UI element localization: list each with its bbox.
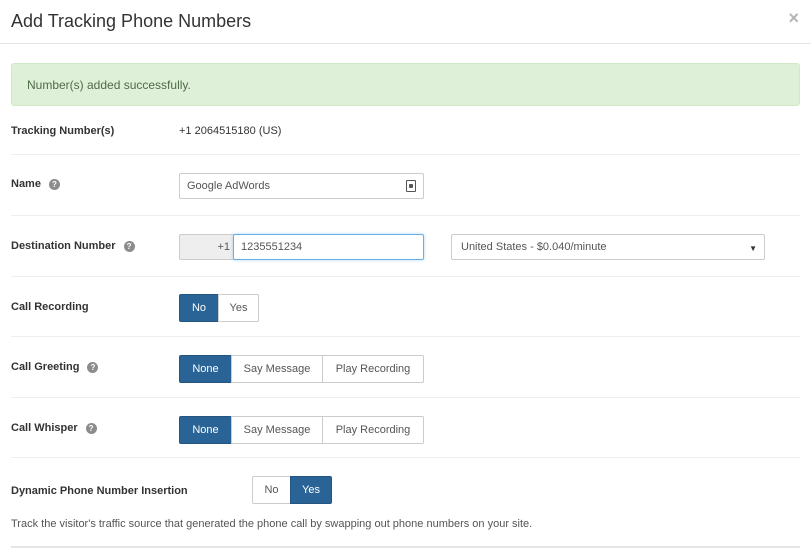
dni-description: Track the visitor's traffic source that … bbox=[11, 518, 533, 530]
dni-yes-button[interactable]: Yes bbox=[290, 476, 332, 504]
help-icon[interactable]: ? bbox=[123, 240, 135, 252]
name-input[interactable]: Google AdWords bbox=[179, 173, 424, 199]
country-rate-select[interactable]: United States - $0.040/minute ▼ bbox=[451, 234, 765, 260]
caret-down-icon: ▼ bbox=[749, 244, 757, 253]
call-greeting-play-recording-button[interactable]: Play Recording bbox=[322, 355, 424, 383]
help-icon[interactable]: ? bbox=[87, 361, 99, 373]
name-label: Name bbox=[11, 178, 41, 190]
destination-number-input[interactable]: 1235551234 bbox=[233, 234, 424, 260]
call-whisper-say-message-button[interactable]: Say Message bbox=[231, 416, 323, 444]
destination-label: Destination Number bbox=[11, 240, 116, 252]
dni-no-button[interactable]: No bbox=[252, 476, 291, 504]
country-rate-value: United States - $0.040/minute bbox=[461, 241, 607, 253]
add-tracking-modal: Add Tracking Phone Numbers × Number(s) a… bbox=[0, 0, 811, 550]
dni-toggle: No Yes bbox=[252, 476, 332, 504]
tracking-number-row: Tracking Number(s) +1 2064515180 (US) bbox=[11, 107, 800, 155]
close-icon[interactable]: × bbox=[788, 8, 799, 29]
help-icon[interactable]: ? bbox=[48, 178, 60, 190]
call-recording-yes-button[interactable]: Yes bbox=[218, 294, 259, 322]
call-greeting-options: None Say Message Play Recording bbox=[179, 355, 424, 383]
call-whisper-play-recording-button[interactable]: Play Recording bbox=[322, 416, 424, 444]
call-recording-label: Call Recording bbox=[11, 301, 89, 313]
destination-row: Destination Number ? +1 1235551234 Unite… bbox=[11, 216, 800, 277]
contact-card-icon[interactable] bbox=[406, 180, 416, 192]
call-whisper-label-wrap: Call Whisper ? bbox=[11, 422, 97, 434]
footer-divider bbox=[11, 546, 800, 548]
tracking-number-label: Tracking Number(s) bbox=[11, 125, 115, 137]
destination-label-wrap: Destination Number ? bbox=[11, 240, 135, 252]
call-greeting-none-button[interactable]: None bbox=[179, 355, 232, 383]
country-code-addon: +1 bbox=[179, 234, 234, 260]
modal-header: Add Tracking Phone Numbers bbox=[0, 0, 811, 44]
call-whisper-options: None Say Message Play Recording bbox=[179, 416, 424, 444]
call-greeting-label: Call Greeting bbox=[11, 361, 80, 373]
tracking-number-value: +1 2064515180 (US) bbox=[179, 125, 282, 137]
call-recording-no-button[interactable]: No bbox=[179, 294, 219, 322]
country-code-prefix: +1 bbox=[217, 241, 230, 253]
name-input-value: Google AdWords bbox=[187, 180, 270, 192]
dni-label: Dynamic Phone Number Insertion bbox=[11, 485, 188, 497]
help-icon[interactable]: ? bbox=[85, 422, 97, 434]
call-whisper-label: Call Whisper bbox=[11, 422, 78, 434]
call-recording-row: Call Recording No Yes bbox=[11, 277, 800, 337]
success-alert: Number(s) added successfully. bbox=[11, 63, 800, 106]
destination-number-value: 1235551234 bbox=[241, 241, 303, 253]
call-greeting-label-wrap: Call Greeting ? bbox=[11, 361, 99, 373]
name-label-wrap: Name ? bbox=[11, 178, 60, 190]
modal-title: Add Tracking Phone Numbers bbox=[11, 11, 252, 31]
call-whisper-row: Call Whisper ? None Say Message Play Rec… bbox=[11, 398, 800, 458]
name-row: Name ? Google AdWords bbox=[11, 155, 800, 216]
call-whisper-none-button[interactable]: None bbox=[179, 416, 232, 444]
call-recording-toggle: No Yes bbox=[179, 294, 259, 322]
call-greeting-row: Call Greeting ? None Say Message Play Re… bbox=[11, 337, 800, 398]
call-greeting-say-message-button[interactable]: Say Message bbox=[231, 355, 323, 383]
alert-message: Number(s) added successfully. bbox=[27, 77, 191, 92]
